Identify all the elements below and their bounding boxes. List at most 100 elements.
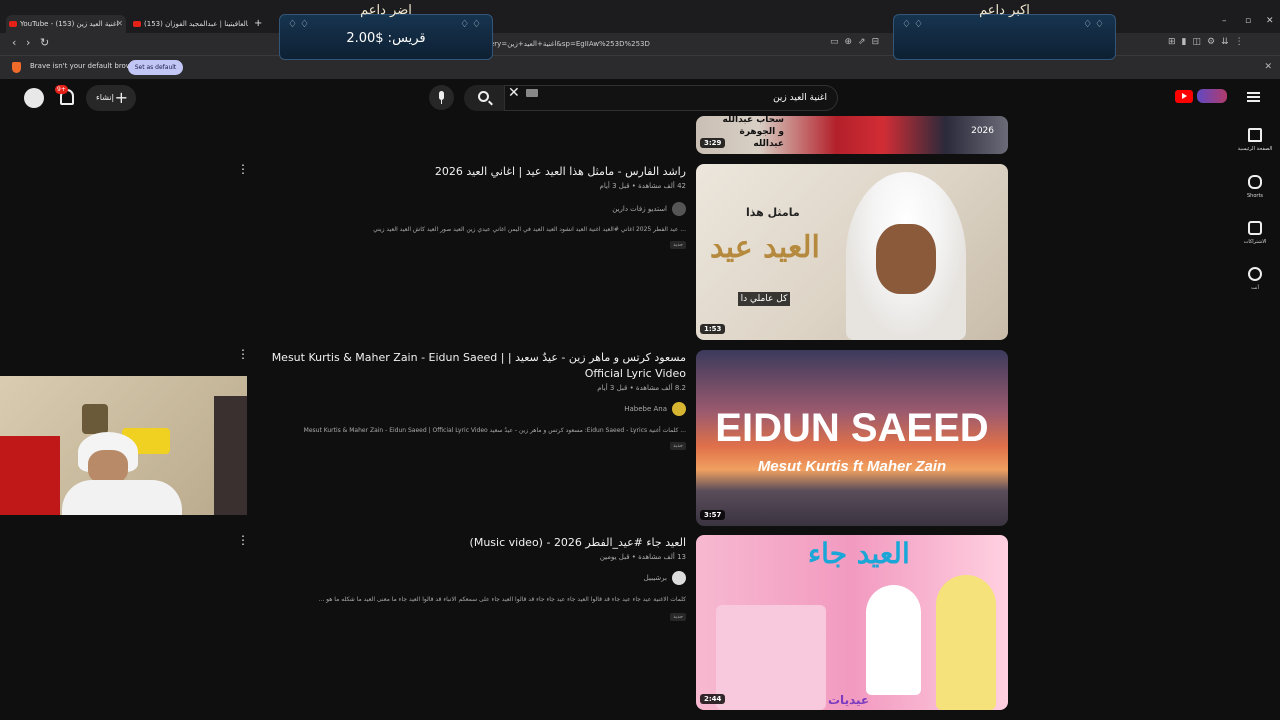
home-icon	[1248, 128, 1262, 142]
shorts-icon	[1248, 175, 1262, 189]
video-thumbnail[interactable]: EIDUN SAEED Mesut Kurtis ft Maher Zain 3…	[696, 350, 1008, 526]
clear-search-icon[interactable]: ✕	[508, 80, 520, 106]
girl-figure	[866, 585, 921, 695]
duration-badge: 2:44	[700, 694, 726, 704]
lantern-icon: ♢♢	[902, 19, 926, 30]
singer-face	[876, 224, 936, 294]
gaming-chair	[0, 436, 60, 515]
tab-title: YouTube - اغنية العيد زين (153)	[20, 20, 119, 28]
tab-close-icon[interactable]: ✕	[116, 15, 123, 33]
new-badge: جديد	[670, 442, 686, 450]
notification-count-badge: 9+	[55, 85, 68, 94]
sidebar-item-label: Shorts	[1246, 193, 1264, 199]
forward-icon[interactable]: ›	[26, 36, 30, 49]
brave-shield-icon	[12, 62, 21, 73]
lantern-icon: ♢♢	[1083, 19, 1107, 30]
background-figure	[214, 396, 247, 515]
tab-youtube-search[interactable]: YouTube - اغنية العيد زين (153) ✕	[6, 15, 126, 33]
minimize-icon[interactable]: –	[1222, 16, 1227, 26]
video-thumbnail[interactable]: سحاب عبدالله و الجوهرة عبدالله 2026 3:29	[696, 116, 1008, 154]
youtube-favicon-icon	[9, 21, 17, 27]
sidebar-item-you[interactable]: أنت	[1230, 267, 1280, 291]
duration-badge: 3:57	[700, 510, 726, 520]
sidebar-item-label: الصفحة الرئيسية	[1237, 146, 1273, 152]
channel-row[interactable]: برشيبيل	[644, 571, 686, 585]
youtube-doodle-logo[interactable]	[1197, 89, 1227, 103]
account-circle-icon	[1248, 267, 1262, 281]
sidebar-item-home[interactable]: الصفحة الرئيسية	[1230, 128, 1280, 152]
channel-avatar[interactable]	[672, 202, 686, 216]
video-title[interactable]: راشد الفارس - مامثل هذا العيد عيد | اغان…	[435, 165, 686, 178]
more-options-icon[interactable]: ⋮	[237, 163, 249, 175]
keyboard-icon[interactable]	[526, 89, 538, 97]
channel-name[interactable]: Habebe Ana	[624, 405, 667, 413]
girl-figure	[936, 575, 996, 710]
new-tab-button[interactable]: +	[254, 15, 262, 33]
maximize-icon[interactable]: ▫	[1245, 16, 1251, 26]
thumbnail-title: EIDUN SAEED	[715, 406, 989, 450]
channel-avatar[interactable]	[672, 402, 686, 416]
video-thumbnail[interactable]: العيد جاء عيديات 2:44	[696, 535, 1008, 710]
youtube-logo[interactable]	[1175, 90, 1193, 103]
video-title[interactable]: مسعود كرتس و ماهر زين - عيدٌ سعيد | Mesu…	[256, 350, 686, 382]
shelf-decor	[82, 404, 108, 434]
duration-badge: 3:29	[700, 138, 726, 148]
subscriptions-icon	[1248, 221, 1262, 235]
tab-video[interactable]: عيد بالعافيتينا | عبدالمجيد الفوزان (153…	[130, 15, 248, 33]
video-meta: 42 ألف مشاهدة • قبل 3 أيام	[599, 182, 686, 190]
more-options-icon[interactable]: ⋮	[237, 348, 249, 360]
back-icon[interactable]: ‹	[12, 36, 16, 49]
plus-icon: +	[114, 88, 128, 107]
banner-heading: اضر داعم	[360, 3, 412, 18]
set-default-button[interactable]: Set as default	[128, 60, 183, 75]
thumbnail-subtitle: Mesut Kurtis ft Maher Zain	[757, 458, 947, 475]
thumbnail-text: مامثل هذا	[746, 206, 800, 219]
sidebar-item-shorts[interactable]: Shorts	[1230, 175, 1280, 199]
top-donor-banner: اضر داعم ♢♢ ♢♢ قريس: $2.00	[279, 3, 493, 60]
candy-cart	[716, 605, 826, 710]
donor-amount: قريس: $2.00	[346, 31, 426, 46]
voice-search-mic-icon[interactable]	[429, 85, 454, 110]
youtube-header: 9+ إنشاء + اغنية العيد زين ✕	[0, 80, 1280, 116]
streamer-face	[88, 450, 128, 484]
search-icon	[478, 91, 489, 102]
video-description: ... عيد الفطر 2025 اغاني #العيد اغنية ال…	[373, 226, 686, 233]
infobar-message: Brave isn't your default browser	[30, 62, 143, 70]
thumbnail-title: العيد جاء	[808, 537, 910, 570]
thumbnail-year: 2026	[971, 126, 994, 136]
channel-row[interactable]: Habebe Ana	[624, 402, 686, 416]
create-button[interactable]: إنشاء +	[86, 85, 136, 111]
channel-name[interactable]: استديو زفات دارين	[612, 205, 667, 213]
tab-title: عيد بالعافيتينا | عبدالمجيد الفوزان (153…	[144, 20, 248, 28]
new-badge: جديد	[670, 241, 686, 249]
account-avatar[interactable]	[24, 88, 44, 108]
channel-avatar[interactable]	[672, 571, 686, 585]
more-options-icon[interactable]: ⋮	[237, 534, 249, 546]
video-title[interactable]: العيد جاء #عيد_الفطر 2026 - (Music video…	[470, 536, 686, 549]
search-button[interactable]	[464, 85, 504, 111]
streamer-webcam	[0, 376, 247, 515]
video-description: كلمات الاغنية عيد جاء عيد جاء قد قالوا ا…	[318, 596, 687, 603]
streamer-body	[62, 480, 182, 515]
search-input[interactable]: اغنية العيد زين	[504, 85, 838, 111]
youtube-favicon-icon	[133, 21, 141, 27]
banner-heading: اكبر داعم	[979, 3, 1030, 18]
thumbnail-caption: كل عاملي دا	[738, 292, 790, 306]
window-close-icon[interactable]: ✕	[1266, 16, 1274, 26]
sidebar-item-label: الاشتراكات	[1243, 239, 1267, 245]
toolbar-extensions-icon[interactable]: ⊞▮◫⚙⇊⋮	[1168, 37, 1250, 47]
channel-name[interactable]: برشيبيل	[644, 574, 667, 582]
infobar-close-icon[interactable]: ✕	[1264, 62, 1272, 72]
biggest-donor-banner: اكبر داعم ♢♢ ♢♢	[893, 3, 1116, 60]
video-meta: 8.2 ألف مشاهدة • قبل 3 أيام	[597, 384, 686, 392]
video-meta: 13 ألف مشاهدة • قبل يومين	[599, 553, 686, 561]
video-thumbnail[interactable]: مامثل هذا العيد عيد كل عاملي دا 1:53	[696, 164, 1008, 340]
menu-hamburger-icon[interactable]	[1247, 92, 1260, 102]
video-description: ... كلمات أغنية Eidun Saeed - Lyrics: مس…	[303, 427, 686, 434]
reload-icon[interactable]: ↻	[40, 36, 49, 49]
channel-row[interactable]: استديو زفات دارين	[612, 202, 686, 216]
sidebar-item-label: أنت	[1251, 285, 1259, 291]
sidebar-item-subscriptions[interactable]: الاشتراكات	[1230, 221, 1280, 245]
new-badge: جديد	[670, 613, 686, 621]
address-actions-icon[interactable]: ▭⊕⇗⊟	[830, 37, 885, 47]
